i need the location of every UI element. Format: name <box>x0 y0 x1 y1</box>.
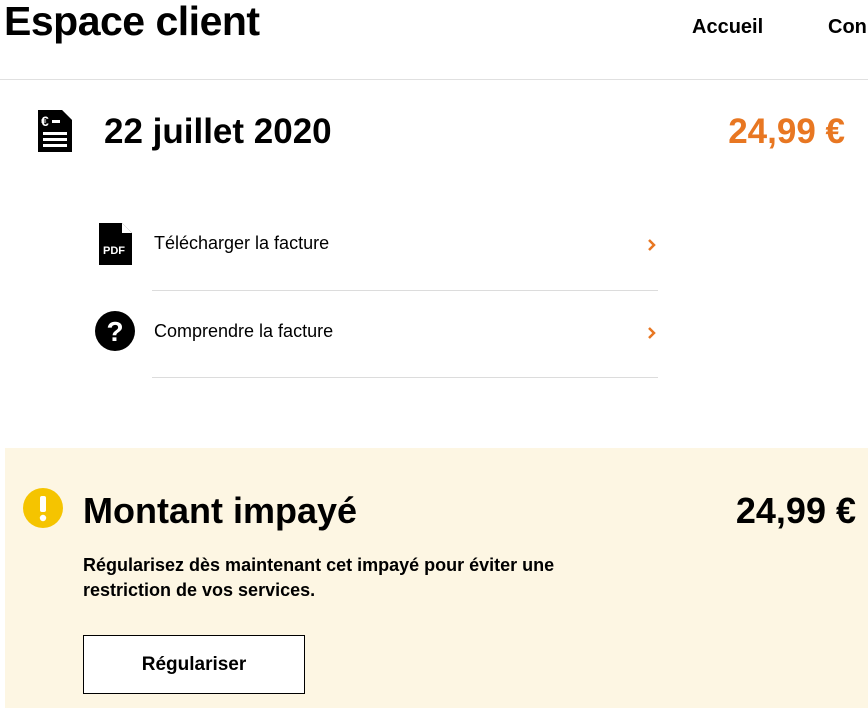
understand-invoice-link[interactable]: ? Comprendre la facture <box>90 290 658 378</box>
nav-link-con[interactable]: Con <box>828 16 867 39</box>
divider <box>152 377 658 378</box>
nav-link-accueil[interactable]: Accueil <box>692 16 763 39</box>
warning-icon <box>23 488 63 528</box>
pdf-icon: PDF <box>99 223 132 265</box>
chevron-right-icon <box>648 239 656 251</box>
alert-title: Montant impayé <box>83 490 358 531</box>
understand-invoice-label: Comprendre la facture <box>154 321 334 341</box>
invoice-date: 22 juillet 2020 <box>104 112 332 151</box>
download-invoice-link[interactable]: PDF Télécharger la facture <box>90 203 658 291</box>
svg-text:PDF: PDF <box>103 245 125 257</box>
unpaid-alert: Montant impayé 24,99 € Régularisez dès m… <box>5 448 868 708</box>
page-title: Espace client <box>4 0 260 44</box>
chevron-right-icon <box>648 327 656 339</box>
invoice-amount: 24,99 € <box>728 112 845 151</box>
regularize-button[interactable]: Régulariser <box>83 635 305 694</box>
alert-amount: 24,99 € <box>735 490 856 531</box>
download-invoice-label: Télécharger la facture <box>154 233 330 253</box>
invoice-euro-icon: € <box>38 110 72 152</box>
header: Espace client Accueil Con <box>0 0 868 80</box>
svg-text:€: € <box>41 113 49 129</box>
alert-message: Régularisez dès maintenant cet impayé po… <box>83 555 555 600</box>
svg-text:?: ? <box>106 316 123 347</box>
question-icon: ? <box>95 311 135 351</box>
